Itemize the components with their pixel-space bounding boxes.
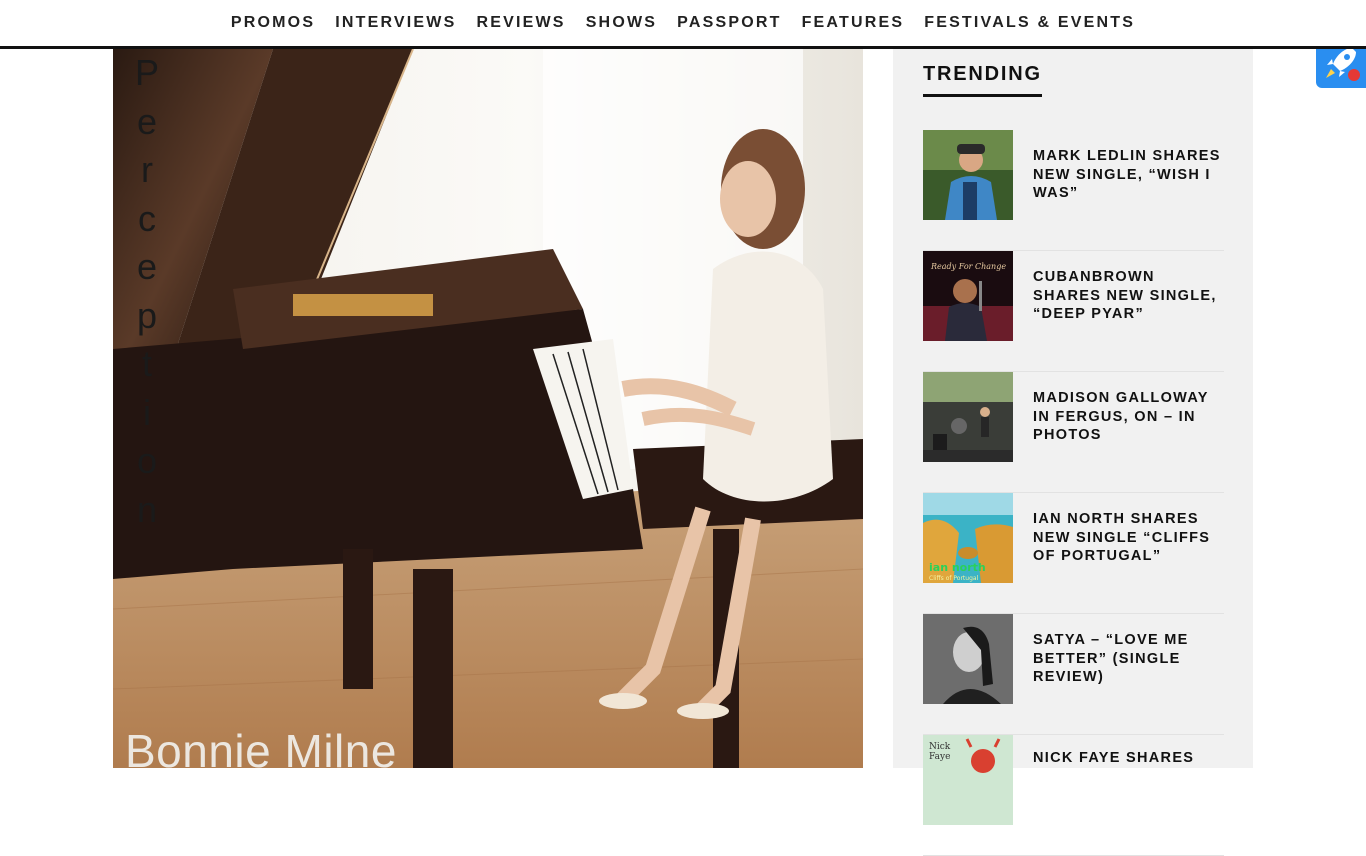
trending-title[interactable]: MADISON GALLOWAY IN FERGUS, ON – IN PHOT… <box>1033 372 1225 462</box>
trending-title[interactable]: IAN NORTH SHARES NEW SINGLE “CLIFFS OF P… <box>1033 493 1225 583</box>
trending-title[interactable]: NICK FAYE SHARES <box>1033 735 1225 825</box>
cover-artist-name: Bonnie Milne <box>125 725 397 768</box>
trending-item[interactable]: Nick Faye NICK FAYE SHARES <box>923 735 1224 856</box>
trending-item[interactable]: MARK LEDLIN SHARES NEW SINGLE, “WISH I W… <box>923 130 1224 251</box>
ready-for-change-cover: Ready For Change <box>923 251 1013 341</box>
outdoor-stage-band-photo <box>923 372 1013 462</box>
thumbnail-text-artist: ian north <box>929 561 986 574</box>
trending-thumbnail[interactable] <box>923 372 1013 462</box>
trending-heading: TRENDING <box>923 63 1042 97</box>
trending-thumbnail[interactable]: Ready For Change <box>923 251 1013 341</box>
svg-text:Ready For Change: Ready For Change <box>930 262 1006 271</box>
trending-thumbnail[interactable] <box>923 130 1013 220</box>
main-navigation: PROMOS INTERVIEWS REVIEWS SHOWS PASSPORT… <box>0 0 1366 49</box>
trending-title[interactable]: SATYA – “LOVE ME BETTER” (SINGLE REVIEW) <box>1033 614 1225 704</box>
trending-title[interactable]: MARK LEDLIN SHARES NEW SINGLE, “WISH I W… <box>1033 130 1225 220</box>
nav-item-festivals-events[interactable]: FESTIVALS & EVENTS <box>914 14 1145 32</box>
cover-title-letter: t <box>141 343 152 384</box>
cover-title-letter: i <box>143 391 151 433</box>
cover-title-letter: e <box>136 246 158 287</box>
nav-item-shows[interactable]: SHOWS <box>576 14 667 32</box>
trending-item[interactable]: MADISON GALLOWAY IN FERGUS, ON – IN PHOT… <box>923 372 1224 493</box>
cover-title-letter: o <box>136 440 158 481</box>
trending-item[interactable]: SATYA – “LOVE ME BETTER” (SINGLE REVIEW) <box>923 614 1224 735</box>
cover-title-vertical: P e r c e p t i o n <box>127 49 167 534</box>
cover-title-letter: c <box>138 197 156 239</box>
trending-sidebar: TRENDING MARK LEDLIN SHARES NEW SINGLE, … <box>893 49 1253 856</box>
thumbnail-text-faye: Faye <box>929 752 950 762</box>
thumbnail-text-title: Cliffs of Portugal <box>929 575 979 582</box>
cover-title-letter: n <box>136 488 158 530</box>
man-in-blue-jacket-photo <box>923 130 1013 220</box>
nav-item-passport[interactable]: PASSPORT <box>667 14 791 32</box>
trending-thumbnail[interactable]: ian north Cliffs of Portugal <box>923 493 1013 583</box>
cover-title-letter: e <box>136 100 158 142</box>
trending-item[interactable]: ian north Cliffs of Portugal IAN NORTH S… <box>923 493 1224 614</box>
nav-item-reviews[interactable]: REVIEWS <box>466 14 575 32</box>
cover-title-letter: r <box>141 149 153 190</box>
trending-thumbnail[interactable] <box>923 614 1013 704</box>
nav-list: PROMOS INTERVIEWS REVIEWS SHOWS PASSPORT… <box>0 0 1366 46</box>
nav-item-promos[interactable]: PROMOS <box>221 14 325 32</box>
thumbnail-text-nick: Nick <box>929 742 951 752</box>
trending-item[interactable]: Ready For Change CUBANBROWN SHARES NEW S… <box>923 251 1224 372</box>
trending-title[interactable]: CUBANBROWN SHARES NEW SINGLE, “DEEP PYAR… <box>1033 251 1225 341</box>
coastal-cliffs-cover: ian north Cliffs of Portugal <box>923 493 1013 583</box>
nav-item-features[interactable]: FEATURES <box>792 14 915 32</box>
trending-thumbnail[interactable]: Nick Faye <box>923 735 1013 825</box>
piano-photo <box>113 49 863 768</box>
nick-faye-cover: Nick Faye <box>923 735 1013 825</box>
nav-item-interviews[interactable]: INTERVIEWS <box>325 14 466 32</box>
trending-list: MARK LEDLIN SHARES NEW SINGLE, “WISH I W… <box>923 130 1224 856</box>
bw-portrait-photo <box>923 614 1013 704</box>
featured-album-cover: P e r c e p t i o n Bonnie Milne <box>113 49 863 768</box>
cover-title-letter: p <box>136 294 158 336</box>
cover-title-letter: P <box>134 52 159 93</box>
